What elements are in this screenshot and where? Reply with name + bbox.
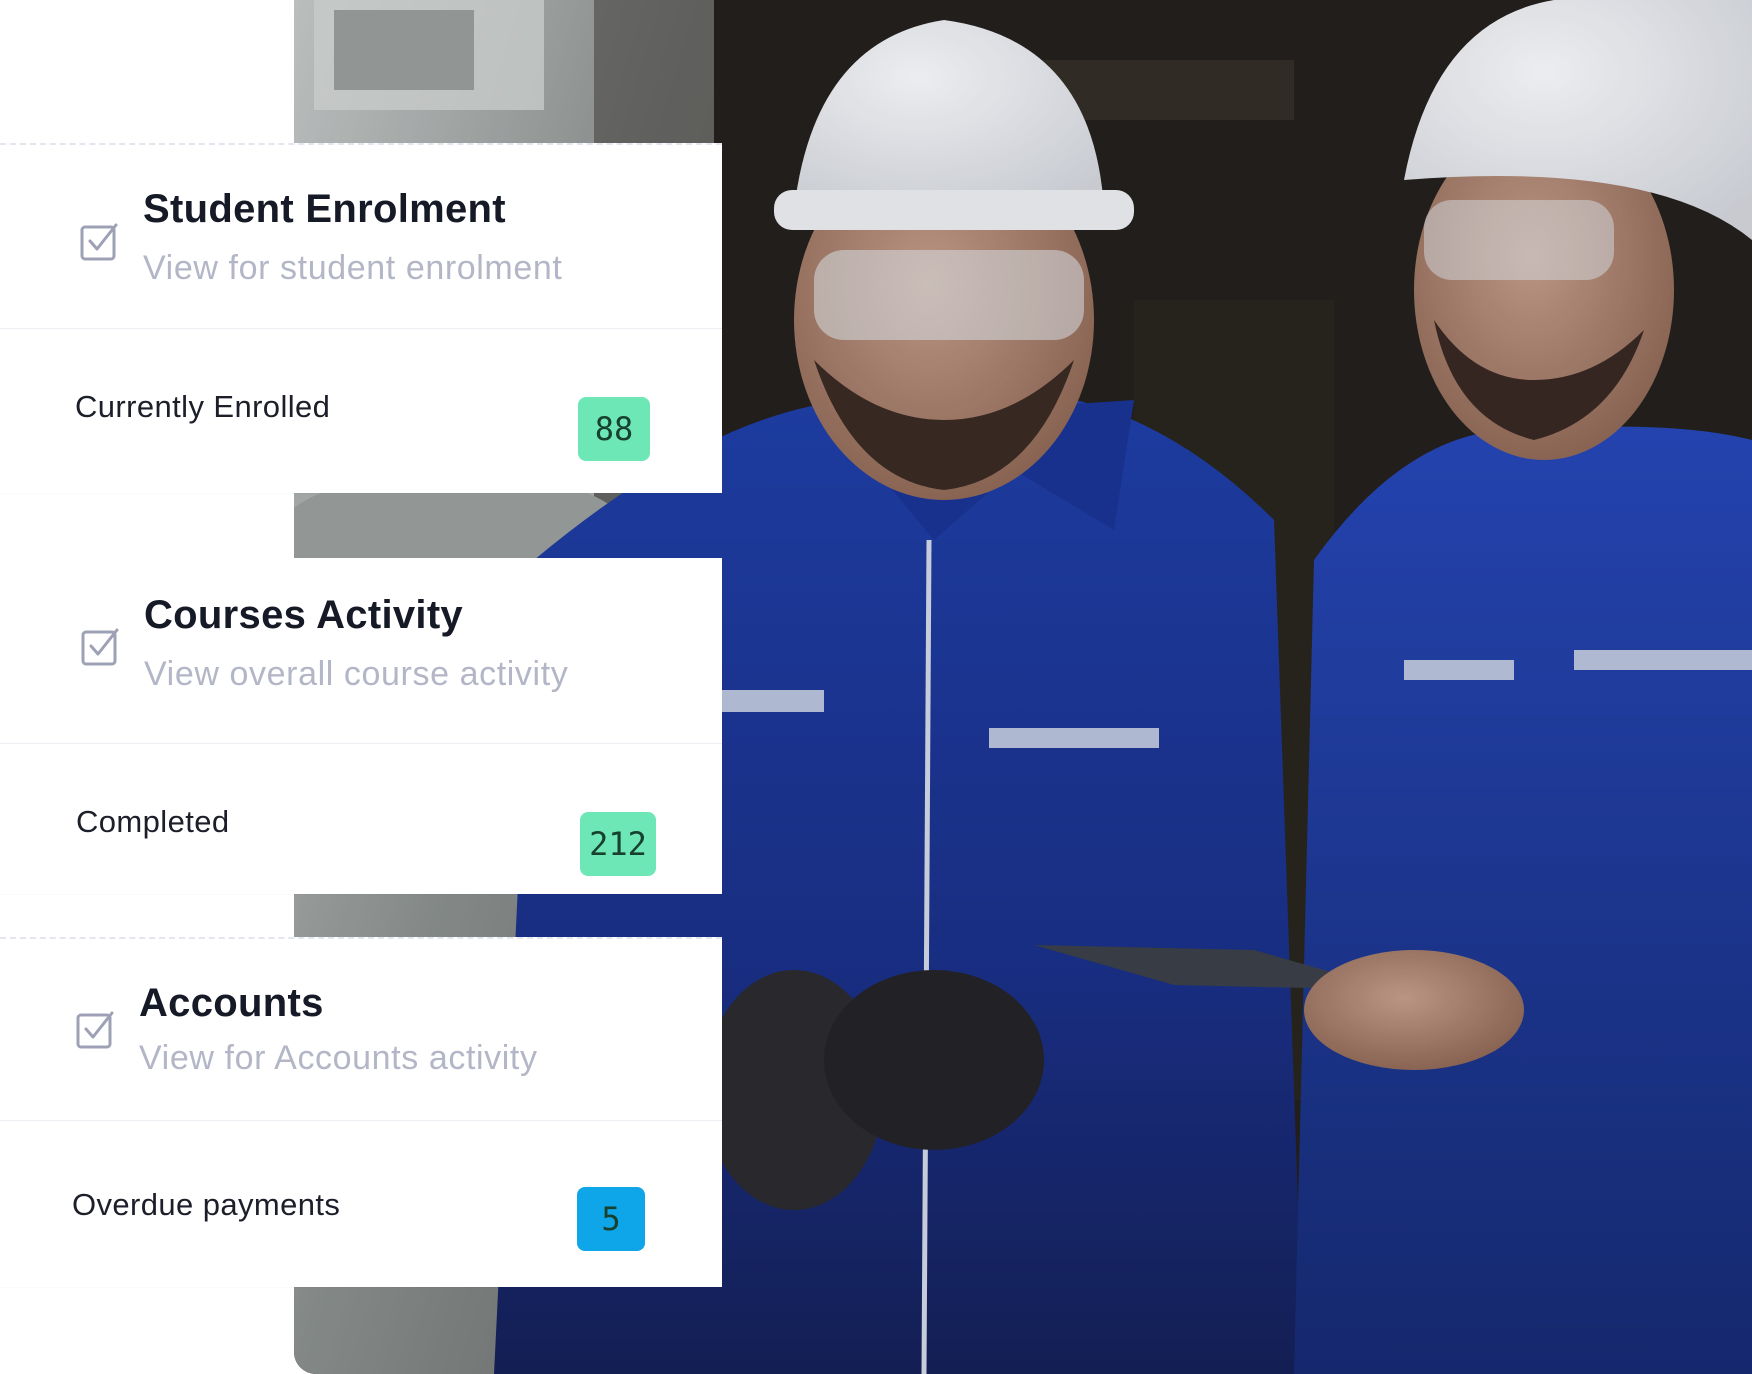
card-student-enrolment[interactable]: Student Enrolment View for student enrol… [0, 143, 722, 493]
checkbox-icon [81, 626, 121, 666]
card-subtitle: View overall course activity [144, 655, 569, 693]
card-header: Student Enrolment View for student enrol… [0, 143, 722, 329]
card-body: Completed 212 [0, 744, 722, 894]
stat-badge: 88 [578, 397, 650, 461]
card-courses-activity[interactable]: Courses Activity View overall course act… [0, 558, 722, 894]
card-subtitle: View for Accounts activity [139, 1039, 538, 1077]
card-body: Currently Enrolled 88 [0, 329, 722, 493]
card-title: Courses Activity [144, 593, 463, 637]
checkbox-icon [80, 221, 120, 261]
stat-badge: 5 [577, 1187, 645, 1251]
card-title: Student Enrolment [143, 187, 506, 231]
stat-label: Completed [76, 804, 230, 839]
checkbox-icon [76, 1009, 116, 1049]
card-subtitle: View for student enrolment [143, 249, 563, 287]
stat-label: Overdue payments [72, 1187, 341, 1222]
card-body: Overdue payments 5 [0, 1121, 722, 1287]
stat-badge: 212 [580, 812, 656, 876]
card-header: Accounts View for Accounts activity [0, 937, 722, 1121]
card-header: Courses Activity View overall course act… [0, 558, 722, 744]
card-title: Accounts [139, 981, 324, 1025]
card-accounts[interactable]: Accounts View for Accounts activity Over… [0, 937, 722, 1287]
stat-label: Currently Enrolled [75, 389, 331, 424]
